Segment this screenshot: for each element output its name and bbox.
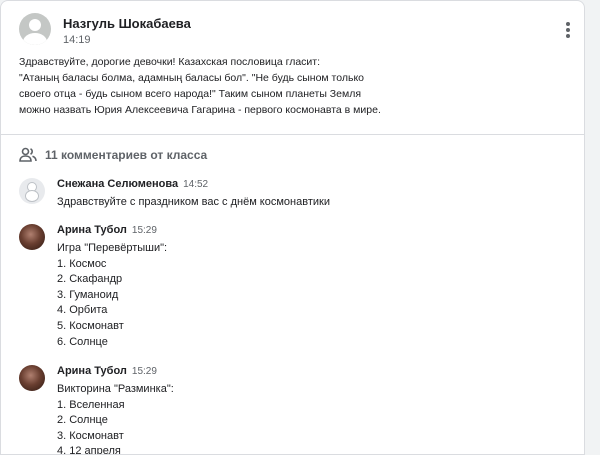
avatar-shape — [25, 190, 39, 202]
comment-line: Викторина "Разминка": — [57, 383, 174, 395]
class-post-card: Назгуль Шокабаева 14:19 Здравствуйте, до… — [0, 0, 585, 455]
comment-line: 4. 12 апреля — [57, 445, 121, 455]
comment-line: 1. Вселенная — [57, 398, 125, 411]
comment-line: 5. Космонавт — [57, 319, 124, 332]
comment-line: Здравствуйте с праздником вас с днём кос… — [57, 196, 330, 208]
more-vert-icon[interactable] — [560, 21, 576, 39]
avatar-head-shape — [29, 19, 41, 31]
comment-author[interactable]: Арина Тубол — [57, 224, 127, 236]
more-dot — [566, 22, 570, 26]
post-line: своего отца - будь сыном всего народа!" … — [19, 88, 362, 100]
comment-header: Снежана Селюменова 14:52 — [57, 178, 208, 190]
commenter-avatar[interactable] — [19, 365, 45, 391]
divider — [1, 134, 584, 135]
comment-text: Викторина "Разминка": 1. Вселенная 2. Со… — [57, 382, 174, 455]
post-body: Здравствуйте, дорогие девочки! Казахская… — [19, 54, 559, 118]
comment-line: 6. Солнце — [57, 335, 108, 348]
more-dot — [566, 28, 570, 32]
commenter-avatar[interactable] — [19, 178, 45, 204]
post-line: можно назвать Юрия Алексеевича Гагарина … — [19, 104, 381, 116]
post-line: "Атаның баласы болма, адамның баласы бол… — [19, 72, 365, 84]
comment-line: 3. Гуманоид — [57, 288, 119, 301]
comments-count-label: 11 комментариев от класса — [45, 148, 208, 162]
comment-author[interactable]: Снежана Селюменова — [57, 178, 178, 190]
post-author-name[interactable]: Назгуль Шокабаева — [63, 16, 191, 31]
post-line: Здравствуйте, дорогие девочки! Казахская… — [19, 56, 321, 68]
author-avatar[interactable] — [19, 13, 51, 45]
commenter-avatar[interactable] — [19, 224, 45, 250]
comment-line: 2. Солнце — [57, 414, 108, 427]
comment-line: 1. Космос — [57, 257, 107, 270]
comment-header: Арина Тубол 15:29 — [57, 224, 157, 236]
comment-time: 15:29 — [131, 366, 157, 377]
comment-time: 15:29 — [131, 225, 157, 236]
people-icon — [19, 147, 37, 162]
comment-author[interactable]: Арина Тубол — [57, 365, 127, 377]
comment-header: Арина Тубол 15:29 — [57, 365, 157, 377]
comment-text: Здравствуйте с праздником вас с днём кос… — [57, 195, 330, 211]
comment-line: Игра "Перевёртыши": — [57, 242, 168, 254]
comment-time: 14:52 — [183, 179, 209, 190]
more-dot — [566, 34, 570, 38]
comment-line: 4. Орбита — [57, 304, 108, 317]
avatar-body-shape — [23, 33, 47, 45]
comment-line: 3. Космонавт — [57, 429, 124, 442]
comment-text: Игра "Перевёртыши": 1. Космос 2. Скафанд… — [57, 241, 167, 350]
post-time: 14:19 — [63, 34, 91, 46]
comment-line: 2. Скафандр — [57, 273, 123, 286]
